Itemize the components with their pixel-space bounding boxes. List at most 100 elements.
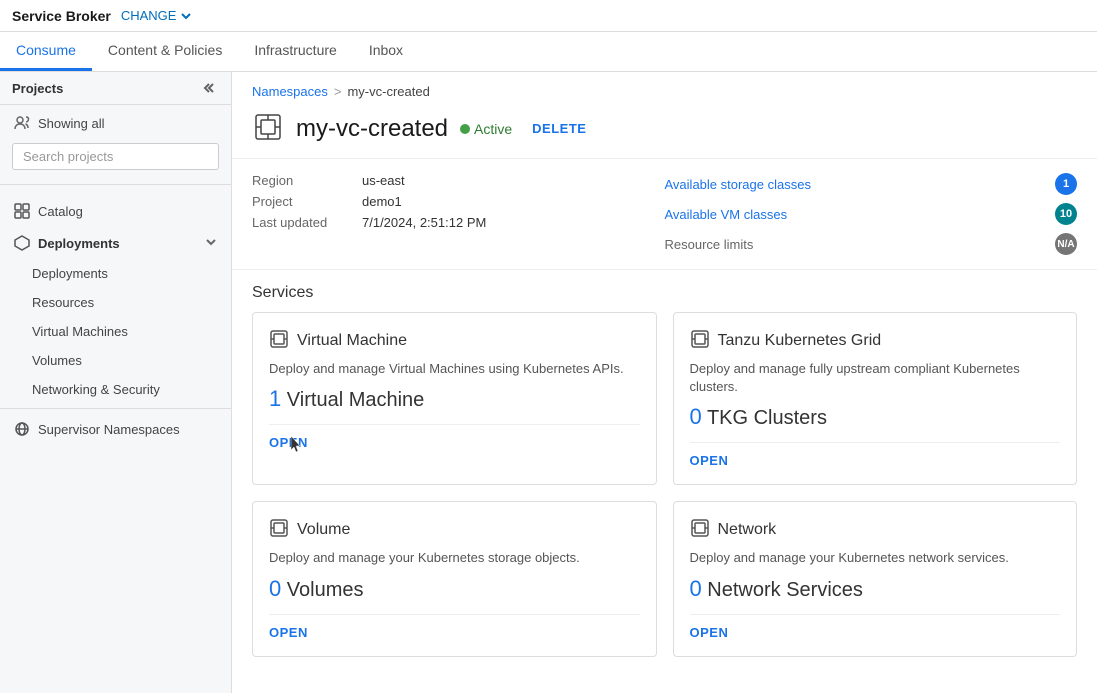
tkg-card-desc: Deploy and manage fully upstream complia… <box>690 360 1061 396</box>
sidebar-item-deployments[interactable]: Deployments <box>0 227 231 259</box>
sidebar-item-resources[interactable]: Resources <box>0 288 231 317</box>
network-card-desc: Deploy and manage your Kubernetes networ… <box>690 549 1061 567</box>
service-card-tkg: Tanzu Kubernetes Grid Deploy and manage … <box>673 312 1078 485</box>
change-label: CHANGE <box>121 8 177 23</box>
network-card-title-row: Network <box>690 518 1061 541</box>
sidebar-header: Projects <box>0 72 231 105</box>
tab-inbox[interactable]: Inbox <box>353 32 419 71</box>
volume-count-num: 0 <box>269 576 281 601</box>
layout: Projects Showing all <box>0 72 1097 693</box>
vm-classes-badge: 10 <box>1055 203 1077 225</box>
breadcrumb: Namespaces > my-vc-created <box>232 72 1097 107</box>
supervisor-namespaces-label: Supervisor Namespaces <box>38 422 180 437</box>
volume-card-title-row: Volume <box>269 518 640 541</box>
volume-card-icon <box>269 518 289 541</box>
region-label: Region <box>252 173 362 188</box>
tkg-count-num: 0 <box>690 404 702 429</box>
sidebar-search <box>12 143 219 170</box>
services-grid: Virtual Machine Deploy and manage Virtua… <box>232 312 1097 673</box>
resource-limits-badge: N/A <box>1055 233 1077 255</box>
namespace-page-icon <box>252 111 284 146</box>
volume-card-title: Volume <box>297 521 350 539</box>
sidebar-divider-2 <box>0 408 231 409</box>
topbar: Service Broker CHANGE <box>0 0 1097 32</box>
vm-card-icon <box>269 329 289 352</box>
namespace-icon <box>14 421 30 437</box>
network-card-footer: OPEN <box>690 614 1061 640</box>
services-header: Services <box>232 270 1097 312</box>
network-open-button[interactable]: OPEN <box>690 625 729 640</box>
sidebar: Projects Showing all <box>0 72 232 693</box>
nav-tabs: Consume Content & Policies Infrastructur… <box>0 32 1097 72</box>
breadcrumb-separator: > <box>334 84 342 99</box>
network-card-count: 0 Network Services <box>690 576 1061 602</box>
last-updated-label: Last updated <box>252 215 362 230</box>
vm-card-count: 1 Virtual Machine <box>269 386 640 412</box>
search-input[interactable] <box>12 143 219 170</box>
volume-card-footer: OPEN <box>269 614 640 640</box>
deployments-label: Deployments <box>38 236 120 251</box>
vm-card-footer: OPEN <box>269 424 640 450</box>
sidebar-item-catalog[interactable]: Catalog <box>0 195 231 227</box>
resource-limits-row: Resource limits N/A <box>665 233 1078 255</box>
project-value: demo1 <box>362 194 402 209</box>
meta-right: Available storage classes 1 Available VM… <box>665 173 1078 255</box>
sidebar-showing: Showing all <box>0 105 231 137</box>
sidebar-item-networking-security[interactable]: Networking & Security <box>0 375 231 404</box>
tkg-card-title-row: Tanzu Kubernetes Grid <box>690 329 1061 352</box>
showing-label: Showing all <box>38 116 105 131</box>
page-header: my-vc-created Active DELETE <box>232 107 1097 159</box>
breadcrumb-namespaces-link[interactable]: Namespaces <box>252 84 328 99</box>
meta-row-last-updated: Last updated 7/1/2024, 2:51:12 PM <box>252 215 665 230</box>
service-card-network: Network Deploy and manage your Kubernete… <box>673 501 1078 656</box>
volume-card-count: 0 Volumes <box>269 576 640 602</box>
storage-classes-badge: 1 <box>1055 173 1077 195</box>
tkg-open-button[interactable]: OPEN <box>690 453 729 468</box>
resource-limits-label: Resource limits <box>665 237 775 252</box>
service-card-virtual-machine: Virtual Machine Deploy and manage Virtua… <box>252 312 657 485</box>
sidebar-item-virtual-machines[interactable]: Virtual Machines <box>0 317 231 346</box>
vm-count-num: 1 <box>269 386 281 411</box>
status-badge: Active <box>460 121 512 137</box>
vm-card-desc: Deploy and manage Virtual Machines using… <box>269 360 640 378</box>
volume-open-button[interactable]: OPEN <box>269 625 308 640</box>
users-icon <box>14 115 30 131</box>
breadcrumb-current: my-vc-created <box>347 84 429 99</box>
meta-row-region: Region us-east <box>252 173 665 188</box>
sidebar-nav: Catalog Deployments Deployments Resource… <box>0 189 231 693</box>
tab-consume[interactable]: Consume <box>0 32 92 71</box>
vm-classes-link[interactable]: Available VM classes <box>665 207 788 222</box>
storage-classes-link[interactable]: Available storage classes <box>665 177 811 192</box>
tkg-card-title: Tanzu Kubernetes Grid <box>718 332 882 350</box>
sidebar-item-volumes[interactable]: Volumes <box>0 346 231 375</box>
region-value: us-east <box>362 173 405 188</box>
tkg-card-count: 0 TKG Clusters <box>690 404 1061 430</box>
meta-section: Region us-east Project demo1 Last update… <box>232 159 1097 270</box>
sidebar-item-supervisor-namespaces[interactable]: Supervisor Namespaces <box>0 413 231 445</box>
network-card-title: Network <box>718 521 777 539</box>
brand-label: Service Broker <box>12 8 111 24</box>
volume-card-desc: Deploy and manage your Kubernetes storag… <box>269 549 640 567</box>
collapse-icon <box>203 80 219 96</box>
network-count-num: 0 <box>690 576 702 601</box>
status-dot <box>460 124 470 134</box>
chevron-down-icon <box>180 10 192 22</box>
sidebar-item-deployments-sub[interactable]: Deployments <box>0 259 231 288</box>
network-card-icon <box>690 518 710 541</box>
vm-classes-row: Available VM classes 10 <box>665 203 1078 225</box>
sidebar-divider <box>0 184 231 185</box>
vm-open-button[interactable]: OPEN <box>269 435 308 450</box>
change-button[interactable]: CHANGE <box>121 8 193 23</box>
sidebar-collapse-button[interactable] <box>203 80 219 96</box>
catalog-icon <box>14 203 30 219</box>
tab-content-policies[interactable]: Content & Policies <box>92 32 238 71</box>
project-label: Project <box>252 194 362 209</box>
status-label: Active <box>474 121 512 137</box>
deployments-icon <box>14 235 30 251</box>
vm-card-title: Virtual Machine <box>297 332 407 350</box>
main-content: Namespaces > my-vc-created my-vc-created… <box>232 72 1097 693</box>
last-updated-value: 7/1/2024, 2:51:12 PM <box>362 215 486 230</box>
tab-infrastructure[interactable]: Infrastructure <box>238 32 352 71</box>
delete-button[interactable]: DELETE <box>532 121 586 136</box>
storage-classes-row: Available storage classes 1 <box>665 173 1078 195</box>
